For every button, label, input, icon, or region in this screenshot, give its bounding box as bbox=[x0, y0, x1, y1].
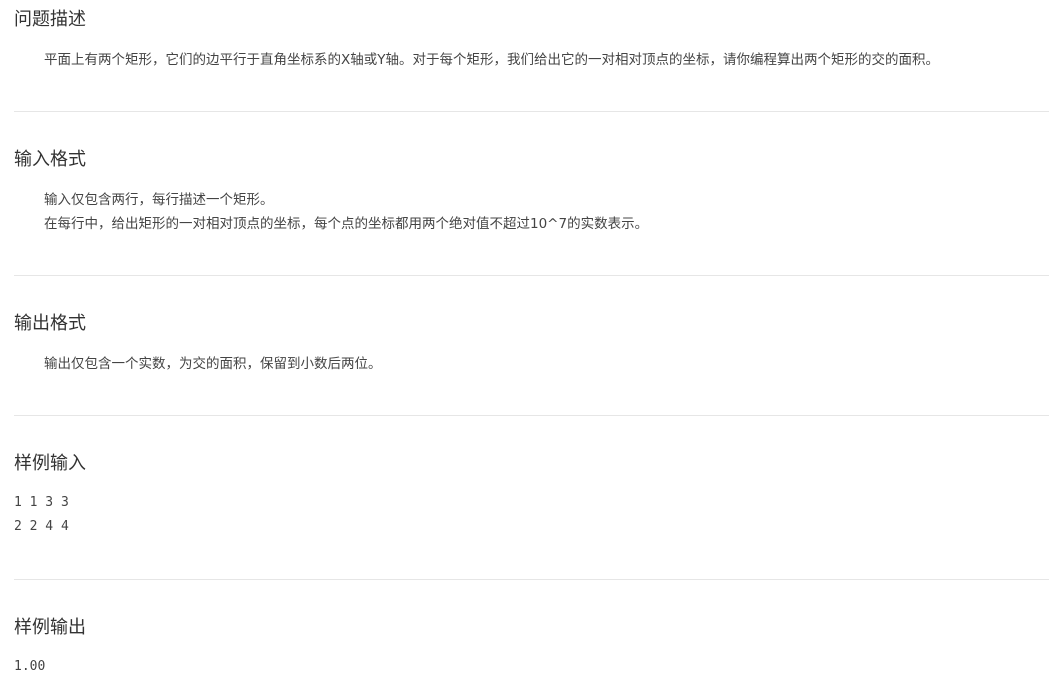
input-format-line: 在每行中，给出矩形的一对相对顶点的坐标，每个点的坐标都用两个绝对值不超过10^7… bbox=[44, 216, 649, 232]
sample-input-section: 样例输入 1 1 3 3 2 2 4 4 bbox=[14, 452, 1049, 539]
input-format-section: 输入格式 输入仅包含两行，每行描述一个矩形。 在每行中，给出矩形的一对相对顶点的… bbox=[14, 148, 1049, 236]
output-format-title: 输出格式 bbox=[14, 313, 86, 334]
divider bbox=[14, 579, 1049, 580]
sample-output-line: 1.00 bbox=[14, 659, 46, 674]
sample-input-line: 1 1 3 3 bbox=[14, 495, 69, 510]
sample-output-section: 样例输出 1.00 bbox=[14, 616, 1049, 679]
sample-output-title: 样例输出 bbox=[14, 617, 86, 638]
sample-input-line: 2 2 4 4 bbox=[14, 519, 69, 534]
divider bbox=[14, 415, 1049, 416]
divider bbox=[14, 111, 1049, 112]
input-format-line: 输入仅包含两行，每行描述一个矩形。 bbox=[44, 192, 274, 208]
description-section: 问题描述 平面上有两个矩形，它们的边平行于直角坐标系的X轴或Y轴。对于每个矩形，… bbox=[14, 8, 1049, 72]
description-title: 问题描述 bbox=[14, 9, 86, 30]
output-format-section: 输出格式 输出仅包含一个实数，为交的面积，保留到小数后两位。 bbox=[14, 312, 1049, 376]
output-format-text: 输出仅包含一个实数，为交的面积，保留到小数后两位。 bbox=[44, 356, 382, 372]
divider bbox=[14, 275, 1049, 276]
sample-input-title: 样例输入 bbox=[14, 453, 86, 474]
description-text: 平面上有两个矩形，它们的边平行于直角坐标系的X轴或Y轴。对于每个矩形，我们给出它… bbox=[44, 52, 939, 68]
input-format-title: 输入格式 bbox=[14, 149, 86, 170]
